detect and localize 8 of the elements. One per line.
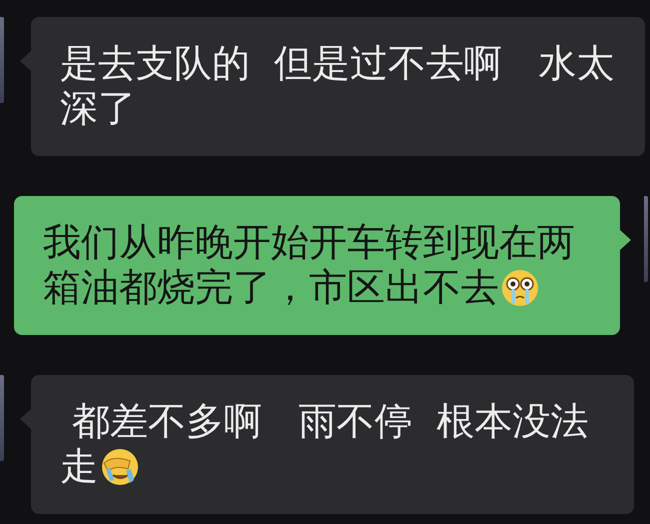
- message-text: 走: [60, 444, 98, 489]
- message-text: 都差不多啊 雨不停 根本没法: [71, 399, 588, 444]
- crying-face-icon: [100, 446, 140, 486]
- crying-face-icon: [501, 268, 539, 306]
- message-text: 我们从昨晚开始开车转到现在两: [43, 220, 575, 265]
- message-text: 箱油都烧完了，市区出不去: [43, 265, 499, 310]
- message-text: 是去支队的 但是过不去啊 水太: [60, 41, 614, 86]
- message-text: 深了: [60, 86, 136, 131]
